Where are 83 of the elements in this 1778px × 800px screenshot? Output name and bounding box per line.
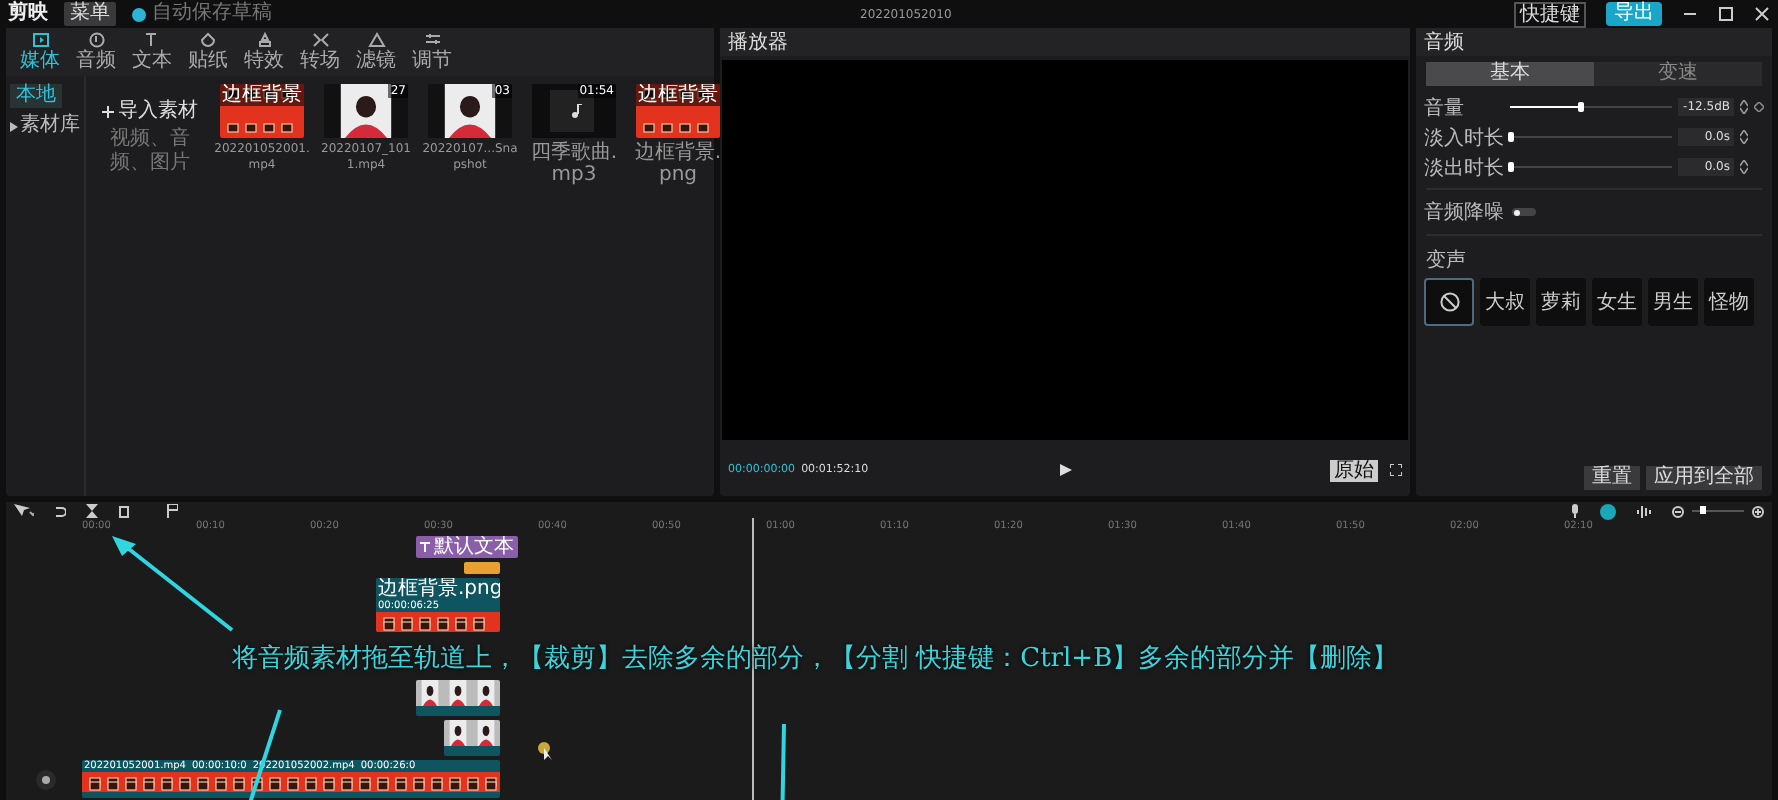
keyframe-icon[interactable] <box>1754 102 1764 112</box>
music-note-icon <box>570 104 582 118</box>
tool-tab[interactable]: 媒体 <box>18 32 62 72</box>
annotation-line <box>780 723 786 800</box>
zoom-slider-thumb[interactable] <box>1699 506 1706 514</box>
import-button[interactable]: 导入素材 <box>118 100 198 124</box>
filter-icon <box>367 32 385 48</box>
voice-option[interactable]: 萝莉 <box>1536 278 1586 326</box>
sticker-clip[interactable] <box>464 562 500 574</box>
status-icon <box>132 7 146 21</box>
stepper-icon <box>1740 130 1748 144</box>
undo-icon[interactable] <box>54 505 66 517</box>
none-icon <box>1439 292 1459 312</box>
tool-tab[interactable]: 贴纸 <box>186 32 230 72</box>
slider-thumb[interactable] <box>1577 102 1584 112</box>
duration-label: 边框背景 <box>636 84 720 106</box>
voice-option[interactable]: 男生 <box>1648 278 1698 326</box>
transition-icon <box>311 32 329 48</box>
adjust-icon <box>423 32 441 48</box>
panel-title: 音频 <box>1416 28 1772 56</box>
panel-title: 播放器 <box>720 28 1410 56</box>
fullscreen-icon[interactable] <box>1390 464 1402 476</box>
maximize-icon[interactable] <box>1718 6 1734 22</box>
sidebar-item[interactable]: 素材库 <box>20 114 80 138</box>
effect-icon <box>255 32 273 48</box>
sidebar-item[interactable]: 本地 <box>10 84 62 108</box>
microphone-icon[interactable] <box>1570 504 1580 518</box>
none-option[interactable] <box>1424 278 1474 326</box>
close-icon[interactable] <box>1754 6 1770 22</box>
stepper-icon <box>1740 100 1748 114</box>
play-icon[interactable] <box>1059 464 1071 476</box>
caret-icon <box>10 121 18 131</box>
cover-icon[interactable] <box>36 770 56 790</box>
panel-button[interactable]: 重置 <box>1584 466 1640 490</box>
voice-option[interactable]: 怪物 <box>1704 278 1754 326</box>
zoom-in-icon[interactable] <box>1752 505 1764 517</box>
slider-thumb[interactable] <box>1508 132 1514 142</box>
sticker-icon <box>199 32 217 48</box>
inspector-tab[interactable]: 基本 <box>1426 62 1594 86</box>
panel-button[interactable]: 应用到全部 <box>1646 466 1762 490</box>
plus-icon <box>102 106 114 118</box>
slider-thumb[interactable] <box>1508 162 1514 172</box>
voice-option[interactable]: 大叔 <box>1480 278 1530 326</box>
shortcut-button[interactable]: 快捷键 <box>1514 1 1586 27</box>
media-thumbnail[interactable]: 边框背景 <box>220 84 304 138</box>
slider-label: 淡入时长 <box>1424 125 1504 151</box>
section-label: 变声 <box>1424 247 1468 276</box>
media-icon <box>31 32 49 48</box>
text-icon <box>420 542 430 552</box>
video-clip[interactable] <box>416 680 500 716</box>
save-notice: 自动保存草稿 <box>152 2 272 26</box>
slider-label: 音量 <box>1424 95 1466 121</box>
waveform-icon[interactable] <box>1636 505 1652 517</box>
cursor-icon <box>538 742 554 762</box>
tool-tab[interactable]: 调节 <box>410 32 454 72</box>
ratio-button[interactable]: 原始 <box>1330 459 1378 481</box>
tool-tab[interactable]: 文本 <box>130 32 174 72</box>
duration-label: 边框背景 <box>220 84 304 106</box>
toggle-label: 音频降噪 <box>1424 199 1504 226</box>
flag-icon[interactable] <box>166 504 178 518</box>
slider-label: 淡出时长 <box>1424 155 1504 181</box>
arrow <box>112 536 234 632</box>
zoom-out-icon[interactable] <box>1672 505 1684 517</box>
clip-name: 边框背景.png <box>378 578 500 600</box>
tool-tab[interactable]: 转场 <box>298 32 342 72</box>
tool-tab[interactable]: 滤镜 <box>354 32 398 72</box>
file-name: 边框背景.png <box>632 142 724 186</box>
split-icon[interactable] <box>86 504 98 518</box>
app-name: 剪映 <box>8 2 48 26</box>
menu-button[interactable]: 菜单 <box>64 2 116 26</box>
file-name: 四季歌曲.mp3 <box>528 142 620 186</box>
cursor-icon[interactable] <box>14 504 34 518</box>
voice-option[interactable]: 女生 <box>1592 278 1642 326</box>
video-clip[interactable] <box>444 720 500 756</box>
media-thumbnail[interactable]: 边框背景 <box>636 84 720 138</box>
text-icon <box>143 32 161 48</box>
import-hint: 视频、音频、图片 <box>108 128 192 176</box>
tool-tab[interactable]: 特效 <box>242 32 286 72</box>
audio-icon <box>87 32 105 48</box>
toggle-switch[interactable] <box>1512 208 1536 216</box>
stepper-icon <box>1740 160 1748 174</box>
tool-tab[interactable]: 音频 <box>74 32 118 72</box>
delete-icon[interactable] <box>118 505 130 517</box>
